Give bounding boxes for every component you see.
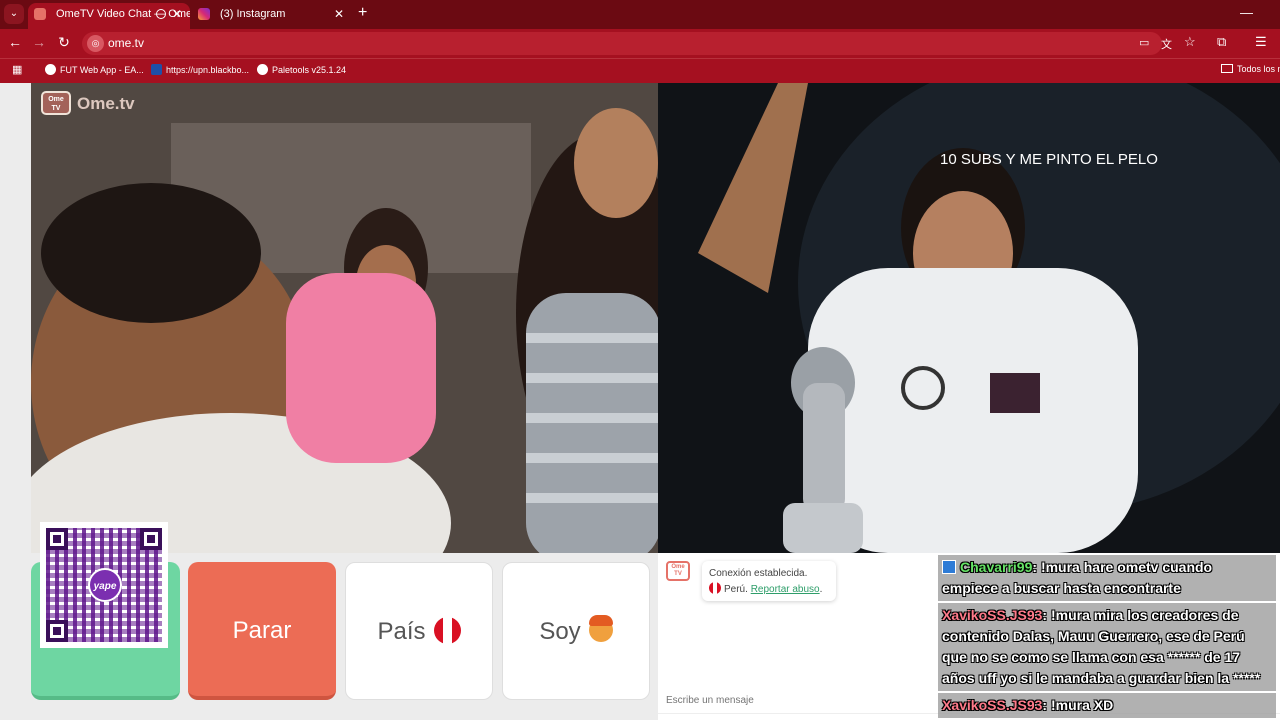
globe-icon — [45, 64, 56, 75]
system-message: Conexión establecida. Perú. Reportar abu… — [702, 561, 836, 601]
gender-button[interactable]: Soy — [502, 562, 650, 700]
message-input[interactable] — [666, 690, 936, 710]
browser-toolbar: ← → ↻ ◎ ome.tv ▭ 文 ☆ ⧉ ☰ — [0, 29, 1280, 58]
bookmark-blackboard[interactable]: https://upn.blackbo... — [151, 64, 249, 75]
apps-grid-icon[interactable]: ▦ — [12, 63, 22, 76]
bookmark-all-folder[interactable]: Todos los m — [1221, 64, 1280, 74]
tab-instagram[interactable]: (3) Instagram ✕ — [192, 3, 352, 29]
chat-message: Chavarri99: !mura hare ometv cuando empi… — [938, 555, 1276, 601]
recording-icon — [156, 9, 166, 19]
url-text: ome.tv — [108, 36, 145, 50]
chat-message: XavikoSS.JS93: !mura mira los creadores … — [938, 603, 1276, 691]
report-abuse-link[interactable]: Reportar abuso — [751, 584, 820, 595]
boy-face-icon — [588, 615, 613, 642]
extensions-icon[interactable]: ⧉ — [1217, 34, 1226, 50]
blackboard-icon — [151, 64, 162, 75]
tab-search-button[interactable]: ⌄ — [4, 4, 24, 24]
chat-text: : !mura XD — [1042, 697, 1114, 713]
yape-qr-code: yape — [40, 522, 168, 648]
tv-logo-icon: Ome TV — [41, 91, 71, 115]
logo-text: Ome.tv — [77, 94, 135, 113]
yape-logo: yape — [88, 568, 122, 602]
tab-ometv[interactable]: OmeTV Video Chat — Ome ✕ — [28, 3, 190, 29]
reading-list-icon[interactable]: ☰ — [1255, 34, 1267, 50]
stranger-video-scene — [31, 83, 658, 553]
new-tab-button[interactable]: + — [358, 4, 367, 22]
bookmark-paletools[interactable]: Paletools v25.1.24 — [257, 64, 346, 75]
qr-finder-icon — [140, 528, 162, 550]
folder-icon — [1221, 64, 1233, 73]
moderator-badge-icon — [942, 560, 956, 574]
chat-message: XavikoSS.JS93: !mura XD — [938, 693, 1276, 718]
forward-button[interactable]: → — [30, 34, 48, 50]
partner-country: Perú. Reportar abuso. — [709, 582, 829, 598]
bookmark-fut[interactable]: FUT Web App - EA... — [45, 64, 144, 75]
bookmark-star-icon[interactable]: ☆ — [1184, 34, 1196, 50]
qr-finder-icon — [46, 620, 68, 642]
minimize-button[interactable]: — — [1240, 5, 1253, 20]
ometv-page: Ome TV Ome.tv 10 SUBS Y ME PINTO EL PELO… — [0, 83, 1280, 720]
chat-username: XavikoSS.JS93 — [942, 697, 1043, 713]
site-info-icon[interactable]: ◎ — [87, 35, 104, 52]
bookmarks-bar: ▦ FUT Web App - EA... https://upn.blackb… — [0, 58, 1280, 83]
chat-username: Chavarri99 — [960, 559, 1033, 575]
translate-icon[interactable]: 文 — [1161, 36, 1172, 52]
chat-username: XavikoSS.JS93 — [942, 607, 1043, 623]
qr-pattern: yape — [46, 528, 162, 642]
close-tab-icon[interactable]: ✕ — [172, 3, 182, 25]
instagram-favicon-icon — [198, 8, 210, 20]
address-bar[interactable]: ◎ ome.tv — [82, 32, 1162, 55]
stream-overlay-text: 10 SUBS Y ME PINTO EL PELO — [940, 151, 1158, 168]
connection-status: Conexión establecida. — [709, 568, 808, 579]
close-tab-icon[interactable]: ✕ — [334, 3, 344, 25]
tab-title: (3) Instagram — [220, 8, 286, 20]
reload-button[interactable]: ↻ — [55, 34, 73, 51]
qr-finder-icon — [46, 528, 68, 550]
stream-chat-overlay: Chavarri99: !mura hare ometv cuando empi… — [938, 553, 1278, 720]
back-button[interactable]: ← — [6, 34, 24, 50]
cast-icon[interactable]: ▭ — [1139, 36, 1149, 49]
peru-flag-icon — [709, 582, 721, 594]
ometv-favicon-icon — [34, 8, 46, 20]
country-button[interactable]: País — [345, 562, 493, 700]
tab-title: OmeTV Video Chat — Ome — [56, 8, 190, 20]
ometv-chat-icon: Ome TV — [666, 561, 690, 581]
globe-icon — [257, 64, 268, 75]
country-label: País — [377, 618, 426, 645]
gender-label: Soy — [539, 618, 581, 645]
self-video: 10 SUBS Y ME PINTO EL PELO — [658, 83, 1280, 553]
stop-button[interactable]: Parar — [188, 562, 336, 700]
stop-label: Parar — [232, 617, 292, 644]
peru-flag-icon — [433, 617, 461, 644]
tab-bar: ⌄ OmeTV Video Chat — Ome ✕ (3) Instagram… — [0, 0, 1280, 29]
stranger-video: Ome TV Ome.tv — [31, 83, 658, 553]
